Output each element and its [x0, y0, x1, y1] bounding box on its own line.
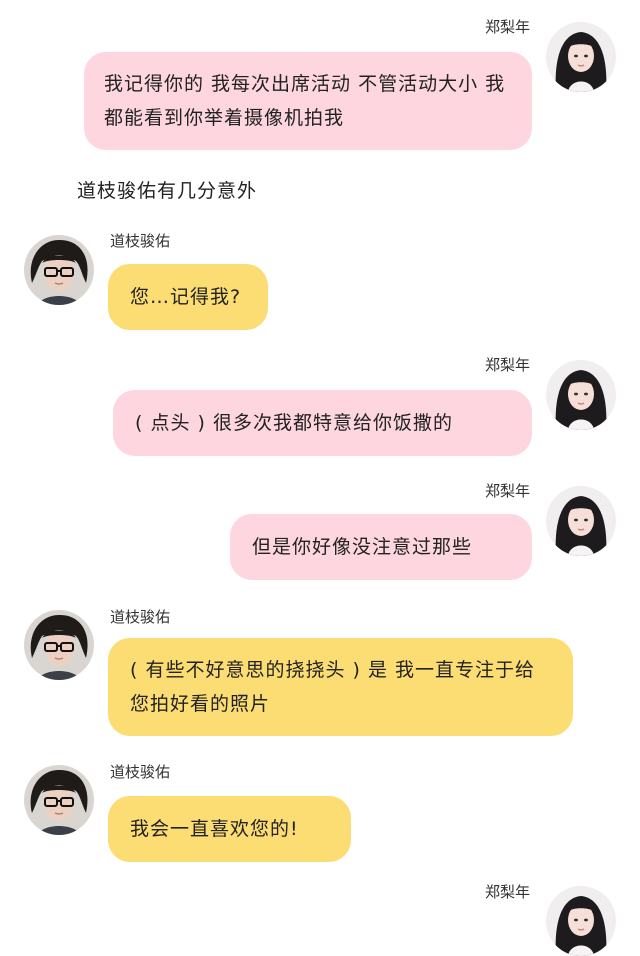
- sender-name: 道枝骏佑: [110, 232, 171, 250]
- girl-portrait-icon: [546, 22, 616, 92]
- avatar-zheng-linian[interactable]: [546, 360, 616, 430]
- sender-name: 郑梨年: [484, 482, 530, 500]
- girl-portrait-icon: [546, 486, 616, 556]
- message-bubble: 我会一直喜欢您的!: [108, 796, 351, 862]
- girl-portrait-icon: [546, 360, 616, 430]
- boy-portrait-icon: [24, 610, 94, 680]
- message-bubble: 您…记得我?: [108, 264, 268, 330]
- avatar-michieda-shunsuke[interactable]: [24, 235, 94, 305]
- avatar-zheng-linian[interactable]: [546, 22, 616, 92]
- message-bubble: ( 点头 ) 很多次我都特意给你饭撒的: [113, 390, 532, 456]
- girl-portrait-icon: [546, 886, 616, 956]
- sender-name: 道枝骏佑: [110, 608, 171, 626]
- sender-name: 道枝骏佑: [110, 763, 171, 781]
- narration-text: 道枝骏佑有几分意外: [77, 180, 258, 202]
- boy-portrait-icon: [24, 765, 94, 835]
- avatar-michieda-shunsuke[interactable]: [24, 765, 94, 835]
- avatar-michieda-shunsuke[interactable]: [24, 610, 94, 680]
- sender-name: 郑梨年: [484, 18, 530, 36]
- message-bubble: ( 有些不好意思的挠挠头 ) 是 我一直专注于给您拍好看的照片: [108, 638, 573, 736]
- sender-name: 郑梨年: [484, 883, 530, 901]
- avatar-zheng-linian[interactable]: [546, 486, 616, 556]
- boy-portrait-icon: [24, 235, 94, 305]
- message-bubble: 但是你好像没注意过那些: [230, 514, 532, 580]
- message-bubble: 我记得你的 我每次出席活动 不管活动大小 我都能看到你举着摄像机拍我: [84, 52, 532, 150]
- avatar-zheng-linian[interactable]: [546, 886, 616, 956]
- sender-name: 郑梨年: [484, 356, 530, 374]
